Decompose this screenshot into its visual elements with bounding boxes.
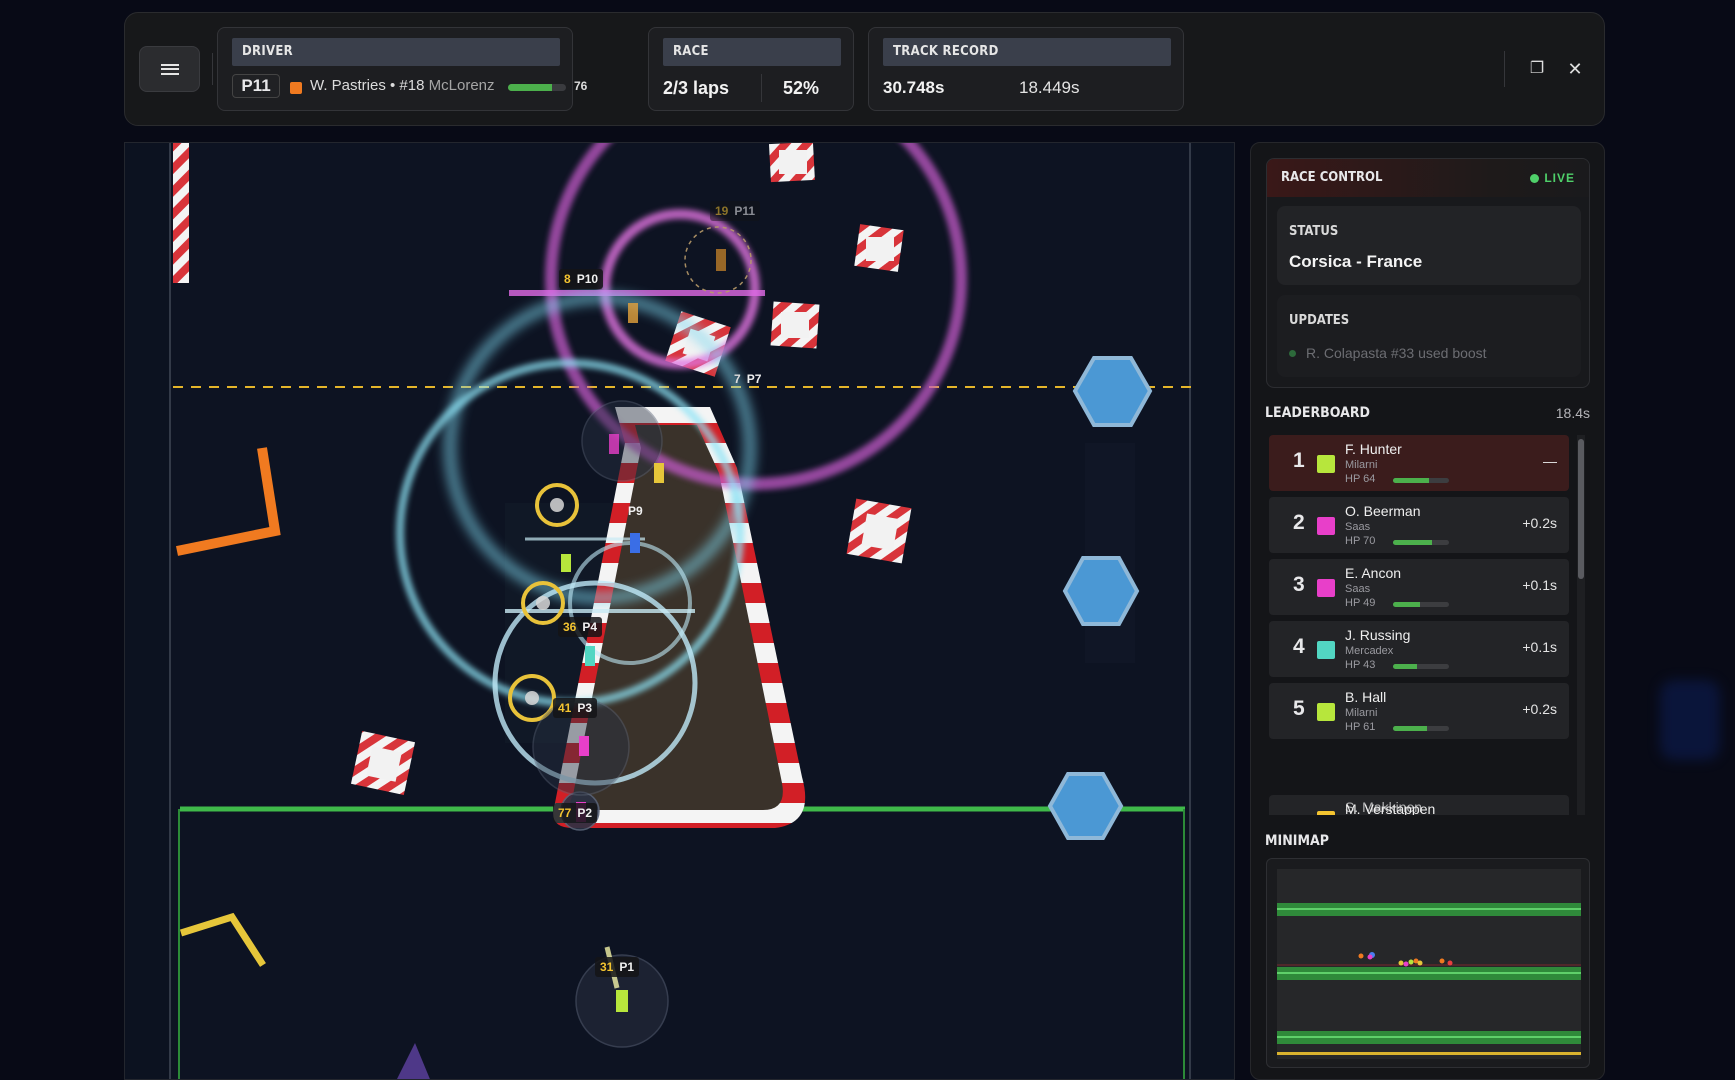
team-color-swatch [290, 82, 302, 94]
driver-panel: DRIVER P11 W. Pastries • #18 McLorenz 76 [217, 27, 587, 111]
car-tag: 36 P4 [558, 617, 603, 637]
status-label: STATUS [1289, 224, 1339, 239]
game-canvas[interactable]: 8 P10 19 P11 7 P7 P9 36 P4 41 P3 77 P2 31 P1 [124, 142, 1235, 1080]
race-panel: RACE 2/3 laps 52% [648, 27, 854, 111]
hp-bar [1393, 664, 1449, 669]
track-layer [169, 143, 1193, 1079]
hp-label: HP 43 [1345, 659, 1376, 671]
live-dot-icon [1530, 174, 1540, 183]
leaderboard-row-partial[interactable]: S. Makkinen M. Verstappen [1269, 795, 1569, 815]
driver-team: McLorenz [428, 77, 495, 94]
hp-bar [1393, 478, 1449, 483]
team-color-swatch [1317, 641, 1335, 659]
team-color-swatch [1317, 517, 1335, 535]
window-restore-icon[interactable]: ❐ [1527, 59, 1547, 79]
team-color-swatch [1317, 579, 1335, 597]
driver-name-number: W. Pastries • #18 [310, 77, 425, 94]
driver-header: DRIVER [232, 38, 560, 66]
driver-hp-value: 76 [574, 79, 588, 93]
top-bar: DRIVER P11 W. Pastries • #18 McLorenz 76… [124, 12, 1605, 126]
leaderboard-row[interactable]: 1 F. Hunter Milarni HP 64 — [1269, 435, 1569, 491]
car-tag: P9 [628, 504, 643, 518]
divider [761, 74, 762, 102]
close-icon[interactable]: ✕ [1565, 59, 1585, 79]
scrollbar-thumb[interactable] [1578, 439, 1584, 579]
hp-label: HP 49 [1345, 597, 1376, 609]
leaderboard-time: 18.4s [1555, 405, 1590, 421]
car-tag: 19 P11 [710, 201, 761, 221]
race-progress: 52% [783, 78, 820, 98]
team-name: Saas [1345, 583, 1371, 595]
status-box: STATUS Corsica - France [1277, 206, 1581, 285]
driver-name: O. Beerman [1345, 503, 1421, 519]
rank: 4 [1293, 635, 1305, 658]
team-name: Mercadex [1345, 645, 1394, 657]
leaderboard-list[interactable]: 1 F. Hunter Milarni HP 64 — 2 O. Beerman… [1269, 435, 1569, 815]
race-control-panel: RACE CONTROL LIVE STATUS Corsica - Franc… [1266, 158, 1590, 388]
team-color-swatch [1317, 811, 1335, 815]
rank: 2 [1293, 511, 1305, 534]
hamburger-menu-icon[interactable] [139, 46, 200, 92]
driver-name: F. Hunter [1345, 441, 1402, 457]
leaderboard-scrollbar[interactable] [1577, 435, 1585, 815]
live-indicator: LIVE [1530, 171, 1575, 185]
car-tag: 77 P2 [553, 803, 598, 823]
driver-name: B. Hall [1345, 689, 1387, 705]
team-name: Milarni [1345, 459, 1378, 471]
update-item: R. Colapasta #33 used boost [1289, 345, 1487, 361]
rank: 5 [1293, 697, 1305, 720]
car-tag: 8 P10 [559, 269, 604, 289]
leaderboard-row[interactable]: 2 O. Beerman Saas HP 70 +0.2s [1269, 497, 1569, 553]
gap-time: +0.1s [1522, 577, 1557, 593]
gap-time: — [1543, 453, 1557, 469]
team-color-swatch [1317, 455, 1335, 473]
gap-time: +0.1s [1522, 639, 1557, 655]
leaderboard-row[interactable]: 4 J. Russing Mercadex HP 43 +0.1s [1269, 621, 1569, 677]
driver-name: M. Verstappen [1345, 801, 1436, 815]
current-lap-time: 18.449s [1019, 78, 1080, 97]
updates-label: UPDATES [1289, 313, 1350, 328]
race-laps: 2/3 laps [663, 78, 730, 98]
hp-label: HP 61 [1345, 721, 1376, 733]
track-record-header: TRACK RECORD [883, 38, 1171, 66]
driver-position-badge: P11 [232, 74, 280, 98]
driver-name: E. Ancon [1345, 565, 1402, 581]
right-sidebar: RACE CONTROL LIVE STATUS Corsica - Franc… [1250, 142, 1605, 1080]
team-color-swatch [1317, 703, 1335, 721]
leaderboard-title: LEADERBOARD [1265, 405, 1370, 421]
gap-time: +0.2s [1522, 515, 1557, 531]
car-tag: 31 P1 [595, 957, 640, 977]
car-tag: 41 P3 [553, 698, 598, 718]
minimap[interactable] [1266, 858, 1590, 1068]
divider [1504, 51, 1505, 87]
driver-name: J. Russing [1345, 627, 1411, 643]
track-record-time: 30.748s [883, 78, 945, 97]
background-glow [1660, 680, 1720, 760]
hp-bar [1393, 726, 1449, 731]
leaderboard-row[interactable]: 5 B. Hall Milarni HP 61 +0.2s [1269, 683, 1569, 739]
hp-label: HP 70 [1345, 535, 1376, 547]
team-name: Saas [1345, 521, 1371, 533]
gap-time: +0.2s [1522, 701, 1557, 717]
track-record-panel: TRACK RECORD 30.748s 18.449s [868, 27, 1184, 111]
leaderboard-row[interactable]: 3 E. Ancon Saas HP 49 +0.1s [1269, 559, 1569, 615]
update-dot-icon [1289, 350, 1296, 357]
race-header: RACE [663, 38, 841, 66]
driver-name: W. Pastries • #18 McLorenz [310, 77, 495, 94]
driver-hp-bar [508, 84, 566, 91]
divider [212, 53, 213, 85]
rank: 1 [1293, 449, 1305, 472]
hp-label: HP 64 [1345, 473, 1376, 485]
car-tag: 7 P7 [734, 372, 762, 386]
hp-bar [1393, 540, 1449, 545]
hp-bar [1393, 602, 1449, 607]
minimap-canvas [1277, 869, 1581, 1059]
updates-box: UPDATES R. Colapasta #33 used boost [1277, 295, 1581, 377]
rank: 3 [1293, 573, 1305, 596]
status-value: Corsica - France [1289, 252, 1423, 271]
team-name: Milarni [1345, 707, 1378, 719]
minimap-title: MINIMAP [1265, 833, 1329, 849]
curb-top-left [173, 143, 189, 283]
